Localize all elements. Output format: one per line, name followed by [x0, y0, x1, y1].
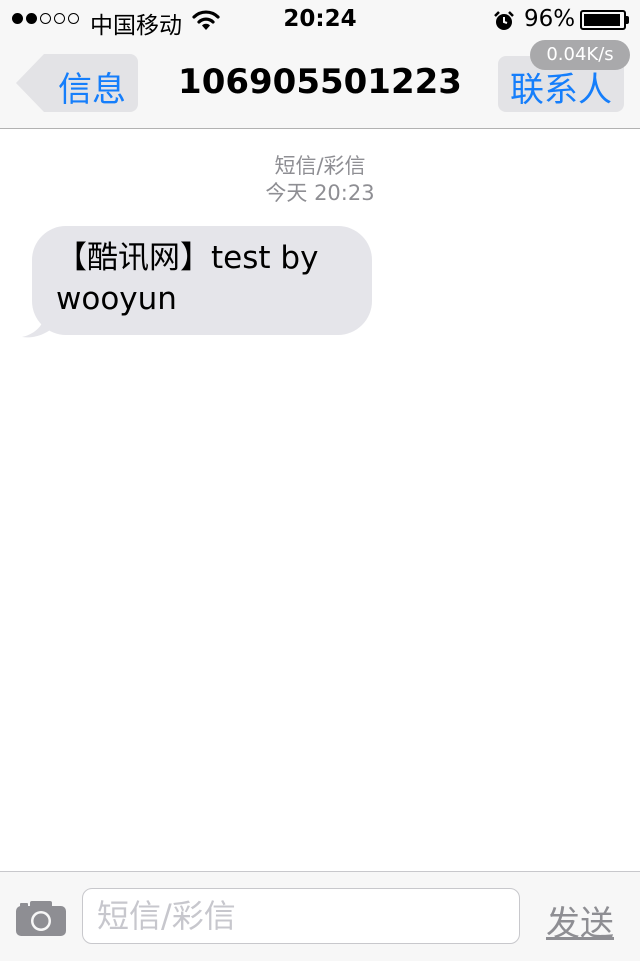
- network-speed-badge: 0.04K/s: [530, 40, 630, 70]
- battery-percentage: 96%: [524, 6, 576, 32]
- message-timestamp: 今天 20:23: [265, 181, 375, 205]
- message-bubble-incoming[interactable]: 【酷讯网】test by wooyun: [32, 226, 372, 335]
- camera-icon[interactable]: [14, 898, 68, 938]
- conversation-area[interactable]: 短信/彩信 今天 20:23 【酷讯网】test by wooyun: [0, 129, 640, 871]
- message-text-line: 【酷讯网】test by: [56, 240, 319, 276]
- message-text-line: wooyun: [56, 281, 177, 317]
- navigation-bar: 信息 106905501223 联系人 0.04K/s: [0, 40, 640, 129]
- battery-level-fill: [584, 14, 621, 26]
- status-bar: 中国移动 20:24 96%: [0, 0, 640, 40]
- alarm-icon: [494, 11, 514, 30]
- message-input[interactable]: [82, 888, 520, 944]
- message-text: 【酷讯网】test by wooyun: [56, 238, 318, 320]
- message-type-label: 短信/彩信: [274, 154, 366, 178]
- battery-tip: [626, 16, 629, 24]
- battery-icon: [580, 10, 626, 30]
- message-meta: 短信/彩信 今天 20:23: [0, 153, 640, 207]
- send-button[interactable]: 发送: [546, 896, 614, 945]
- input-bar: 发送: [0, 871, 640, 961]
